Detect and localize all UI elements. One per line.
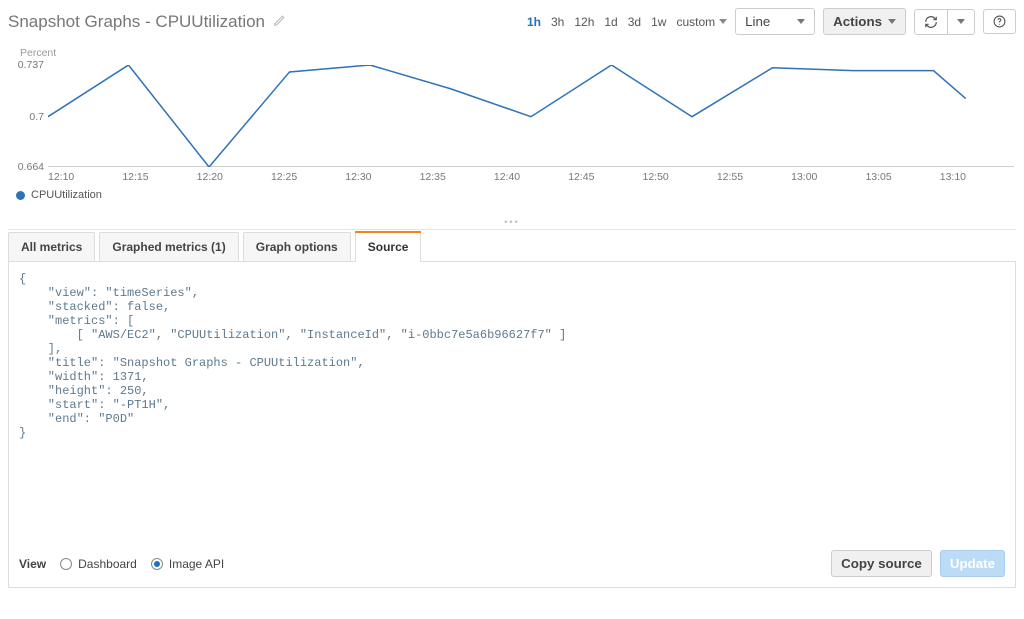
chart-type-select[interactable]: Line: [735, 8, 815, 35]
radio-icon: [151, 558, 163, 570]
tab-all-metrics[interactable]: All metrics: [8, 232, 95, 261]
actions-label: Actions: [833, 14, 882, 29]
chart-area: Percent 0.6640.70.737 12:1012:1512:2012:…: [8, 43, 1016, 213]
chevron-down-icon: [888, 19, 896, 24]
x-tick: 12:55: [717, 171, 791, 183]
refresh-button[interactable]: [914, 9, 948, 35]
refresh-button-group: [914, 9, 975, 35]
chart-type-value: Line: [745, 14, 770, 29]
source-panel: { "view": "timeSeries", "stacked": false…: [8, 262, 1016, 588]
y-tick: 0.737: [18, 59, 44, 71]
x-tick: 12:15: [122, 171, 196, 183]
actions-button[interactable]: Actions: [823, 8, 906, 35]
view-radio-image-api[interactable]: Image API: [151, 557, 224, 571]
edit-title-icon[interactable]: [273, 14, 286, 30]
view-radio-dashboard[interactable]: Dashboard: [60, 557, 137, 571]
chevron-down-icon: [797, 19, 805, 24]
time-range-3h[interactable]: 3h: [551, 15, 564, 29]
x-tick: 12:50: [643, 171, 717, 183]
copy-source-button[interactable]: Copy source: [831, 550, 932, 577]
x-axis: 12:1012:1512:2012:2512:3012:3512:4012:45…: [48, 171, 1014, 183]
resize-handle[interactable]: •••: [8, 213, 1016, 230]
tab-graph-options[interactable]: Graph options: [243, 232, 351, 261]
legend-label: CPUUtilization: [31, 189, 102, 201]
x-tick: 12:35: [420, 171, 494, 183]
x-tick: 12:40: [494, 171, 568, 183]
y-axis-label: Percent: [20, 47, 56, 59]
page-title: Snapshot Graphs - CPUUtilization: [8, 12, 265, 32]
x-tick: 12:25: [271, 171, 345, 183]
y-tick: 0.7: [29, 111, 44, 123]
update-button[interactable]: Update: [940, 550, 1005, 577]
time-range-12h[interactable]: 12h: [574, 15, 594, 29]
chart-legend: CPUUtilization: [16, 189, 102, 201]
x-tick: 12:10: [48, 171, 122, 183]
chevron-down-icon: [957, 19, 965, 24]
radio-image-api-label: Image API: [169, 557, 224, 571]
time-range-1w[interactable]: 1w: [651, 15, 666, 29]
x-tick: 12:45: [568, 171, 642, 183]
refresh-menu-button[interactable]: [948, 9, 975, 35]
x-tick: 13:05: [865, 171, 939, 183]
legend-swatch: [16, 191, 25, 200]
radio-dashboard-label: Dashboard: [78, 557, 137, 571]
time-range-picker: 1h 3h 12h 1d 3d 1w custom: [527, 15, 727, 29]
refresh-icon: [924, 15, 938, 29]
tab-graphed-metrics-1[interactable]: Graphed metrics (1): [99, 232, 238, 261]
time-range-custom[interactable]: custom: [676, 15, 727, 29]
radio-icon: [60, 558, 72, 570]
help-icon: [993, 15, 1006, 28]
tabs: All metricsGraphed metrics (1)Graph opti…: [8, 232, 1016, 262]
x-tick: 12:30: [345, 171, 419, 183]
y-tick: 0.664: [18, 161, 44, 173]
chart-plot[interactable]: [48, 65, 1014, 167]
chevron-down-icon: [719, 19, 727, 24]
time-range-3d[interactable]: 3d: [628, 15, 641, 29]
x-tick: 12:20: [197, 171, 271, 183]
tab-source[interactable]: Source: [355, 232, 422, 261]
x-tick: 13:10: [940, 171, 1014, 183]
time-range-1h[interactable]: 1h: [527, 15, 541, 29]
help-button[interactable]: [983, 9, 1016, 34]
x-tick: 13:00: [791, 171, 865, 183]
source-json[interactable]: { "view": "timeSeries", "stacked": false…: [19, 272, 1005, 532]
view-label: View: [19, 557, 46, 571]
time-range-1d[interactable]: 1d: [604, 15, 617, 29]
